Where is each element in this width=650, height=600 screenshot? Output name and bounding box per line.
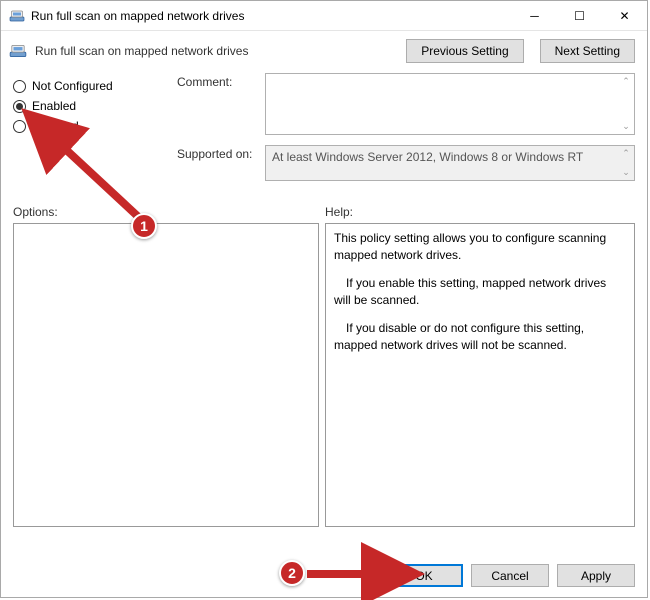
policy-icon (9, 8, 25, 24)
supported-value: At least Windows Server 2012, Windows 8 … (272, 150, 583, 164)
close-button[interactable]: ✕ (602, 1, 647, 30)
scroll-up-icon: ⌃ (620, 76, 632, 87)
policy-title: Run full scan on mapped network drives (35, 44, 398, 58)
window-title: Run full scan on mapped network drives (31, 9, 512, 23)
comment-input[interactable]: ⌃ ⌄ (265, 73, 635, 135)
next-setting-button[interactable]: Next Setting (540, 39, 635, 63)
options-column: Options: (13, 205, 319, 527)
titlebar: Run full scan on mapped network drives ─… (1, 1, 647, 31)
comment-row: Comment: ⌃ ⌄ (177, 73, 635, 135)
annotation-callout-2: 2 (279, 560, 305, 586)
maximize-button[interactable]: ☐ (557, 1, 602, 30)
help-panel: This policy setting allows you to config… (325, 223, 635, 527)
help-column: Help: This policy setting allows you to … (325, 205, 635, 527)
comment-scrollbar[interactable]: ⌃ ⌄ (620, 76, 632, 132)
annotation-arrow-2 (301, 559, 421, 589)
policy-icon (9, 42, 27, 60)
policy-header: Run full scan on mapped network drives P… (1, 31, 647, 69)
supported-label: Supported on: (177, 145, 257, 181)
supported-on-field: At least Windows Server 2012, Windows 8 … (265, 145, 635, 181)
help-paragraph: If you enable this setting, mapped netwo… (334, 275, 626, 310)
help-label: Help: (325, 205, 635, 219)
scroll-up-icon: ⌃ (620, 148, 632, 159)
cancel-button[interactable]: Cancel (471, 564, 549, 587)
supported-scrollbar: ⌃ ⌄ (620, 148, 632, 178)
supported-row: Supported on: At least Windows Server 20… (177, 145, 635, 181)
apply-button[interactable]: Apply (557, 564, 635, 587)
scroll-down-icon: ⌄ (620, 167, 632, 178)
dialog-footer: OK Cancel Apply (385, 564, 635, 587)
lower-split: Options: Help: This policy setting allow… (13, 205, 635, 527)
options-panel (13, 223, 319, 527)
dialog-window: Run full scan on mapped network drives ─… (0, 0, 648, 598)
radio-icon (13, 80, 26, 93)
callout-number: 2 (288, 565, 296, 581)
fields-column: Comment: ⌃ ⌄ Supported on: At least Wind… (177, 73, 635, 191)
minimize-button[interactable]: ─ (512, 1, 557, 30)
help-paragraph: If you disable or do not configure this … (334, 320, 626, 355)
scroll-down-icon: ⌄ (620, 121, 632, 132)
radio-not-configured[interactable]: Not Configured (13, 79, 163, 93)
previous-setting-button[interactable]: Previous Setting (406, 39, 523, 63)
window-controls: ─ ☐ ✕ (512, 1, 647, 30)
help-paragraph: This policy setting allows you to config… (334, 230, 626, 265)
radio-label: Not Configured (32, 79, 113, 93)
comment-label: Comment: (177, 73, 257, 135)
callout-number: 1 (140, 218, 148, 234)
annotation-callout-1: 1 (131, 213, 157, 239)
